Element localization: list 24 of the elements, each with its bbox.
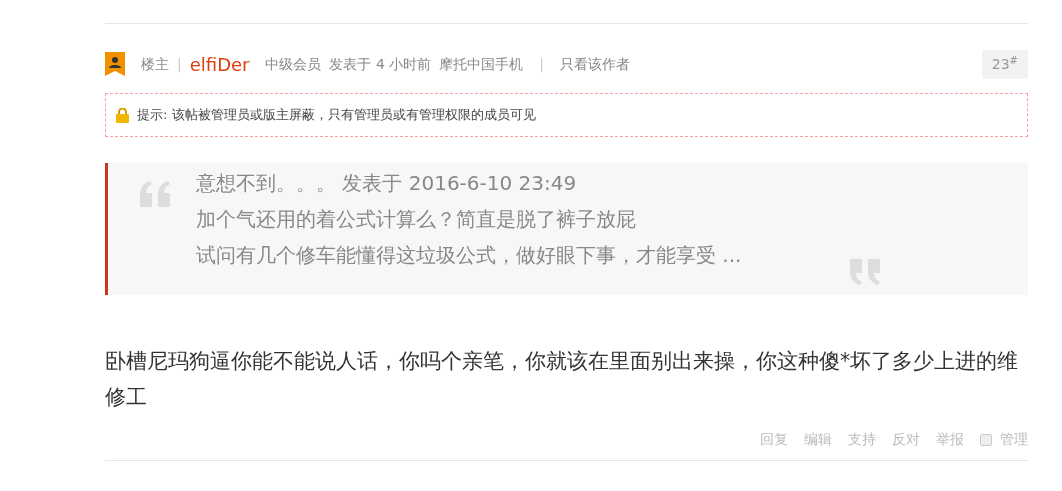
action-link[interactable]: 回复 bbox=[760, 429, 788, 450]
user-badge-icon bbox=[105, 52, 125, 76]
action-link[interactable]: 支持 bbox=[848, 429, 876, 450]
manage-label: 管理 bbox=[1000, 430, 1028, 449]
action-link[interactable]: 举报 bbox=[936, 429, 964, 450]
action-link[interactable]: 反对 bbox=[892, 429, 920, 450]
quote-line: 加个气还用的着公式计算么？简直是脱了裤子放屁 bbox=[196, 206, 637, 233]
only-author-link[interactable]: 只看该作者 bbox=[560, 53, 630, 75]
action-link[interactable]: 编辑 bbox=[804, 429, 832, 450]
separator: | bbox=[177, 54, 182, 75]
rank-label: 中级会员 bbox=[265, 54, 322, 74]
post-source: 摩托中国手机 bbox=[439, 54, 524, 74]
author-link[interactable]: elfiDer bbox=[189, 50, 250, 78]
role-label: 楼主 bbox=[141, 54, 169, 74]
open-quote-icon bbox=[138, 181, 172, 207]
post-body: 卧槽尼玛狗逼你能不能说人话，你吗个亲笔，你就该在里面别出来操，你这种傻*坏了多少上进的维修工 bbox=[105, 348, 1020, 411]
post-time: 发表于 4 小时前 bbox=[329, 54, 432, 74]
separator: | bbox=[539, 54, 544, 75]
lock-icon bbox=[116, 107, 129, 123]
quote-line: 意想不到。。。 发表于 2016-6-10 23:49 bbox=[196, 170, 578, 197]
floor-number: 23$^{#}$ bbox=[981, 49, 1028, 79]
notice-text: 提示: 该帖被管理员或版主屏蔽，只有管理员或有管理权限的成员可见 bbox=[137, 106, 536, 125]
manage-checkbox[interactable] bbox=[980, 433, 992, 446]
quote-line: 试问有几个修车能懂得这垃圾公式，做好眼下事，才能享受 ... bbox=[196, 242, 742, 269]
